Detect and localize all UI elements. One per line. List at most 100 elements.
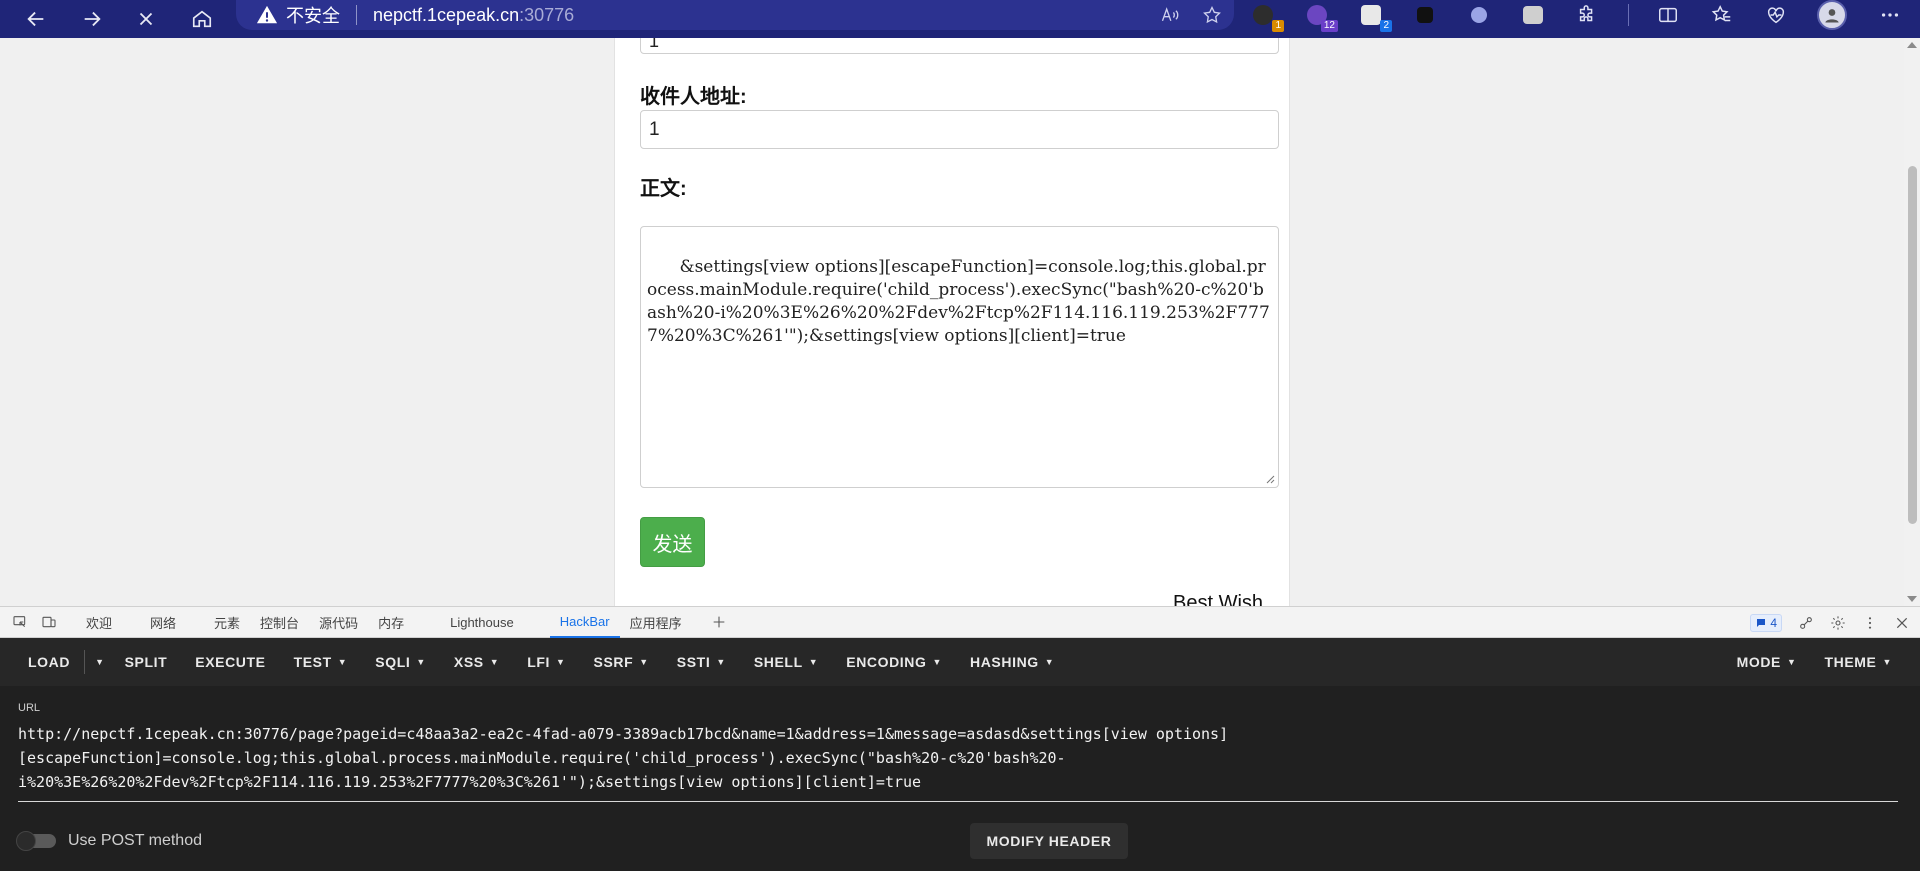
devtools-tab-network[interactable]: 网络	[140, 607, 186, 638]
inspect-element-icon[interactable]	[11, 613, 29, 631]
hackbar-test-menu[interactable]: TEST ▼	[280, 638, 362, 686]
scrollbar-thumb[interactable]	[1908, 166, 1917, 524]
connected-devices-icon[interactable]	[1798, 615, 1814, 631]
more-menu-button[interactable]	[1877, 2, 1903, 28]
previous-field-value: 1	[649, 38, 660, 51]
devtools-tab-lighthouse[interactable]: Lighthouse	[440, 607, 524, 638]
stop-loading-button[interactable]	[126, 0, 166, 38]
devtools-tab-strip: 欢迎 网络 元素 控制台 源代码 内存 Lighthouse HackBar 应…	[0, 606, 1920, 638]
arrow-right-icon	[84, 11, 101, 27]
extension-6-icon	[1523, 6, 1543, 24]
hackbar-encoding-menu[interactable]: ENCODING ▼	[832, 638, 956, 686]
extension-6-button[interactable]	[1520, 2, 1546, 28]
send-button[interactable]: 发送	[640, 517, 705, 567]
extension-3-badge: 2	[1380, 20, 1392, 32]
devtools-actions: 4	[1750, 607, 1910, 638]
url-field-label: URL	[18, 702, 41, 714]
caret-down-icon: ▼	[716, 657, 726, 667]
extension-2-badge: 12	[1320, 20, 1338, 32]
url-host[interactable]: nepctf.1cepeak.cn	[373, 5, 519, 26]
devtools-tab-application[interactable]: 应用程序	[620, 607, 692, 638]
back-button[interactable]	[16, 0, 56, 38]
xss-label: XSS	[453, 654, 484, 670]
hackbar-xss-menu[interactable]: XSS ▼	[440, 638, 513, 686]
profile-avatar[interactable]	[1817, 0, 1847, 30]
address-actions	[1160, 0, 1222, 30]
hackbar-split-button[interactable]: SPLIT	[111, 638, 182, 686]
hackbar-mode-menu[interactable]: MODE ▼	[1723, 638, 1811, 686]
caret-down-icon: ▼	[489, 657, 500, 667]
url-field-underline	[18, 801, 1898, 802]
hackbar-ssrf-menu[interactable]: SSRF ▼	[580, 638, 663, 686]
hackbar-right-menu: MODE ▼ THEME ▼	[1723, 638, 1906, 686]
device-emulation-icon[interactable]	[40, 613, 58, 631]
scroll-up-arrow-icon[interactable]	[1907, 42, 1917, 48]
hackbar-lfi-menu[interactable]: LFI ▼	[513, 638, 579, 686]
home-button[interactable]	[182, 0, 222, 38]
heart-pulse-icon	[1767, 7, 1785, 24]
extension-2-button[interactable]: 12	[1304, 2, 1338, 32]
devtools-tab-sources[interactable]: 源代码	[309, 607, 368, 638]
hackbar-shell-menu[interactable]: SHELL ▼	[740, 638, 832, 686]
extension-5-icon	[1471, 7, 1487, 23]
more-horizontal-icon	[1881, 13, 1899, 17]
extension-5-button[interactable]	[1466, 2, 1492, 28]
favorites-button[interactable]	[1709, 2, 1735, 28]
forward-button[interactable]	[72, 0, 112, 38]
close-devtools-icon[interactable]	[1894, 615, 1910, 631]
post-method-label[interactable]: Use POST method	[68, 832, 202, 850]
hackbar-sqli-menu[interactable]: SQLI ▼	[361, 638, 440, 686]
devtools-tab-memory[interactable]: 内存	[368, 607, 414, 638]
post-method-toggle[interactable]	[16, 831, 56, 851]
body-text: &settings[view options][escapeFunction]=…	[647, 257, 1270, 346]
hackbar-load-button[interactable]: LOAD	[0, 638, 84, 686]
body-textarea[interactable]: &settings[view options][escapeFunction]=…	[640, 226, 1279, 488]
extensions-menu-button[interactable]	[1574, 2, 1600, 28]
extensions-area: 1 12 2	[1250, 0, 1903, 32]
address-input[interactable]: 1	[640, 110, 1279, 149]
address-label: 收件人地址:	[640, 86, 747, 108]
read-aloud-icon[interactable]	[1160, 5, 1180, 25]
extension-3-button[interactable]: 2	[1358, 2, 1392, 32]
extension-1-button[interactable]: 1	[1250, 2, 1284, 32]
hackbar-execute-button[interactable]: EXECUTE	[181, 638, 279, 686]
resize-grip-icon[interactable]	[1265, 474, 1275, 484]
address-separator	[356, 5, 357, 25]
hackbar-load-dropdown[interactable]: ▼	[89, 638, 111, 686]
warning-icon[interactable]	[256, 4, 278, 26]
devtools-tab-console[interactable]: 控制台	[250, 607, 309, 638]
more-vertical-icon[interactable]	[1862, 615, 1878, 631]
split-screen-icon	[1659, 7, 1677, 23]
hackbar-ssti-menu[interactable]: SSTI ▼	[663, 638, 740, 686]
devtools-tab-elements[interactable]: 元素	[204, 607, 250, 638]
address-bar[interactable]: 不安全 nepctf.1cepeak.cn:30776	[236, 0, 1234, 30]
settings-gear-icon[interactable]	[1830, 615, 1846, 631]
hackbar-hashing-menu[interactable]: HASHING ▼	[956, 638, 1068, 686]
hackbar-theme-menu[interactable]: THEME ▼	[1810, 638, 1906, 686]
favorite-star-icon[interactable]	[1202, 5, 1222, 25]
split-screen-button[interactable]	[1655, 2, 1681, 28]
page-viewport: 1 收件人地址: 1 正文: &settings[view options][e…	[0, 38, 1920, 606]
theme-label: THEME	[1824, 654, 1877, 670]
devtools-tab-welcome[interactable]: 欢迎	[76, 607, 122, 638]
scroll-down-arrow-icon[interactable]	[1907, 596, 1917, 602]
page-scrollbar[interactable]	[1904, 38, 1920, 606]
extension-4-button[interactable]	[1412, 2, 1438, 28]
add-tab-plus-icon[interactable]	[710, 613, 728, 631]
issues-badge[interactable]: 4	[1750, 613, 1782, 632]
encoding-label: ENCODING	[846, 654, 927, 670]
modify-header-button[interactable]: MODIFY HEADER	[970, 823, 1128, 859]
puzzle-icon	[1579, 5, 1593, 22]
home-icon	[192, 10, 212, 28]
ssrf-label: SSRF	[593, 654, 634, 670]
url-textarea[interactable]: http://nepctf.1cepeak.cn:30776/page?page…	[18, 722, 1898, 794]
browser-essentials-button[interactable]	[1763, 2, 1789, 28]
caret-down-icon: ▼	[1044, 657, 1055, 667]
url-port[interactable]: :30776	[519, 5, 574, 26]
insecure-label[interactable]: 不安全	[286, 2, 340, 28]
lfi-label: LFI	[527, 654, 551, 670]
caret-down-icon: ▼	[416, 657, 426, 667]
caret-down-icon: ▼	[337, 657, 348, 667]
devtools-tab-hackbar[interactable]: HackBar	[549, 607, 620, 638]
previous-field-input[interactable]: 1	[640, 38, 1279, 54]
